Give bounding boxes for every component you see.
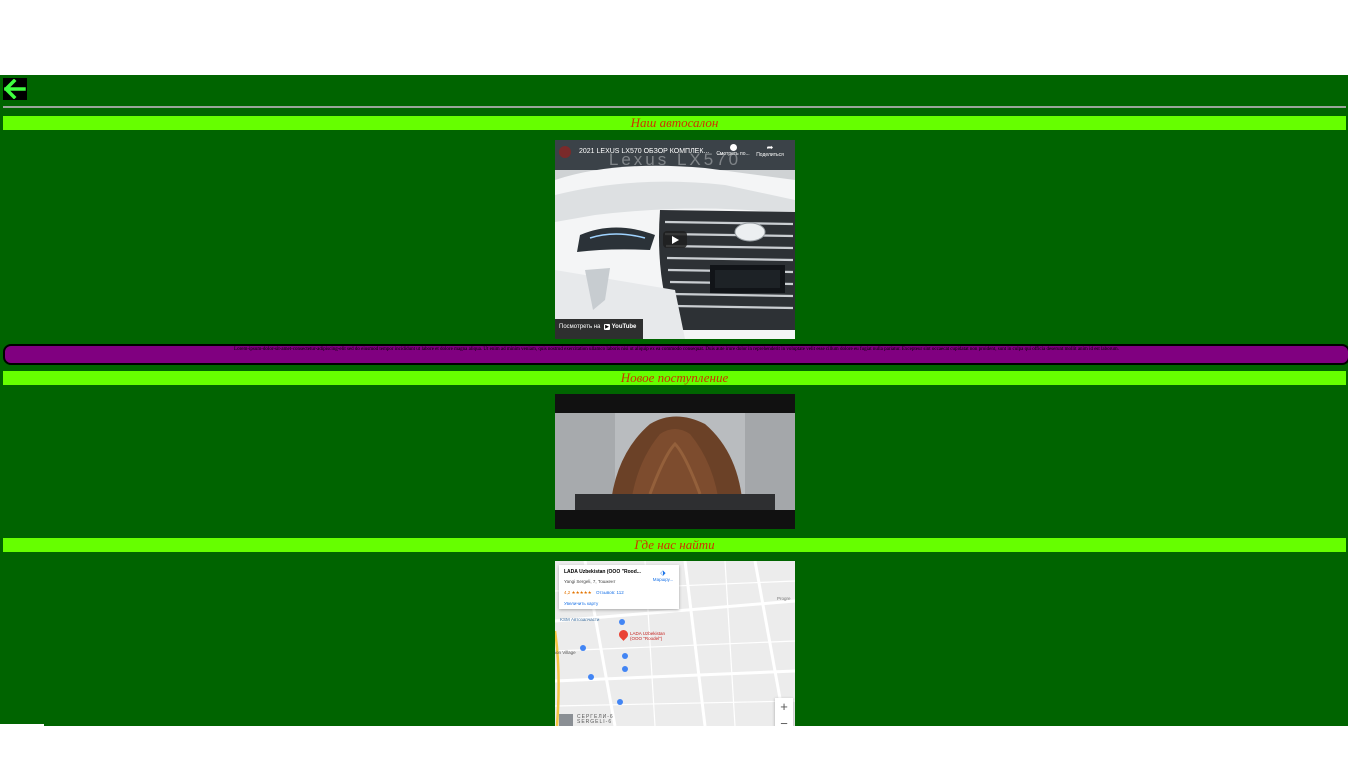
video-frame (555, 394, 795, 529)
divider (3, 106, 1346, 108)
pin-label: LADA Uzbekistan (ООО "Roodel") (630, 631, 665, 641)
map-edge-label: Progre (777, 596, 791, 601)
google-map[interactable]: LADA Uzbekistan (ООО "Rood... Yangi Serg… (555, 561, 795, 726)
rating-stars: ★★★★★ (571, 590, 592, 595)
zoom-controls: + − (775, 698, 793, 726)
watch-on-youtube[interactable]: Посмотреть на ▶ YouTube (559, 324, 636, 330)
play-icon (672, 235, 679, 244)
watch-later-label: Смотреть по... (716, 151, 750, 157)
section-title-location: Где нас найти (3, 538, 1346, 552)
route-button[interactable]: ⬗ Маршру... (651, 570, 675, 582)
rating-value: 4,2 (564, 590, 571, 595)
share-button[interactable]: ➦ Поделиться (753, 143, 787, 159)
map-district-label: СЕРГЕЛИ-6 SERGELI-6 (577, 715, 614, 725)
district-latin: SERGELI-6 (577, 719, 613, 725)
place-rating: 4,2 ★★★★★ Отзывов: 112 (564, 590, 624, 596)
clock-icon (729, 144, 737, 151)
map-info-card: LADA Uzbekistan (ООО "Rood... Yangi Serg… (559, 565, 679, 609)
map-village-label: ion Village (555, 650, 576, 655)
reviews-link[interactable]: Отзывов: 112 (596, 590, 624, 595)
section-title-new-arrivals: Новое поступление (3, 371, 1346, 385)
route-label: Маршру... (652, 577, 674, 582)
section-title-showroom: Наш автосалон (3, 116, 1346, 130)
arrow-left-icon (4, 79, 26, 99)
watch-on-label: Посмотреть на (559, 324, 601, 330)
promo-text-box: Lorem-ipsum-dolor-sit-amet-consectetur-a… (3, 344, 1348, 365)
watch-later-button[interactable]: Смотреть по... (713, 144, 753, 157)
pin-label-line2: (ООО "Roodel") (630, 636, 663, 641)
map-poi-label: KSM Автозапчасти (560, 617, 600, 622)
page-body: Наш автосалон 2021 LEXUS LX570 ОБЗОР КОМ… (0, 75, 1348, 726)
bottom-strip (0, 724, 44, 726)
share-label: Поделиться (756, 152, 784, 158)
place-name: LADA Uzbekistan (ООО "Rood... (564, 569, 641, 575)
youtube-label: YouTube (611, 324, 637, 330)
video-player-new-arrivals[interactable] (555, 394, 795, 529)
enlarge-map-link[interactable]: Увеличить карту (564, 601, 598, 606)
youtube-logo: ▶ (604, 324, 610, 330)
place-address: Yangi Sergeli, 7, Тошкент (564, 579, 616, 584)
video-player-lexus[interactable]: 2021 LEXUS LX570 ОБЗОР КОМПЛЕК... Lexus … (555, 140, 795, 339)
directions-icon: ⬗ (660, 570, 666, 577)
zoom-in-button[interactable]: + (775, 698, 793, 715)
share-icon: ➦ (766, 143, 774, 152)
promo-text: Lorem-ipsum-dolor-sit-amet-consectetur-a… (234, 347, 1119, 352)
play-button[interactable] (663, 231, 687, 248)
zoom-out-button[interactable]: − (775, 715, 793, 726)
back-button[interactable] (3, 78, 27, 100)
